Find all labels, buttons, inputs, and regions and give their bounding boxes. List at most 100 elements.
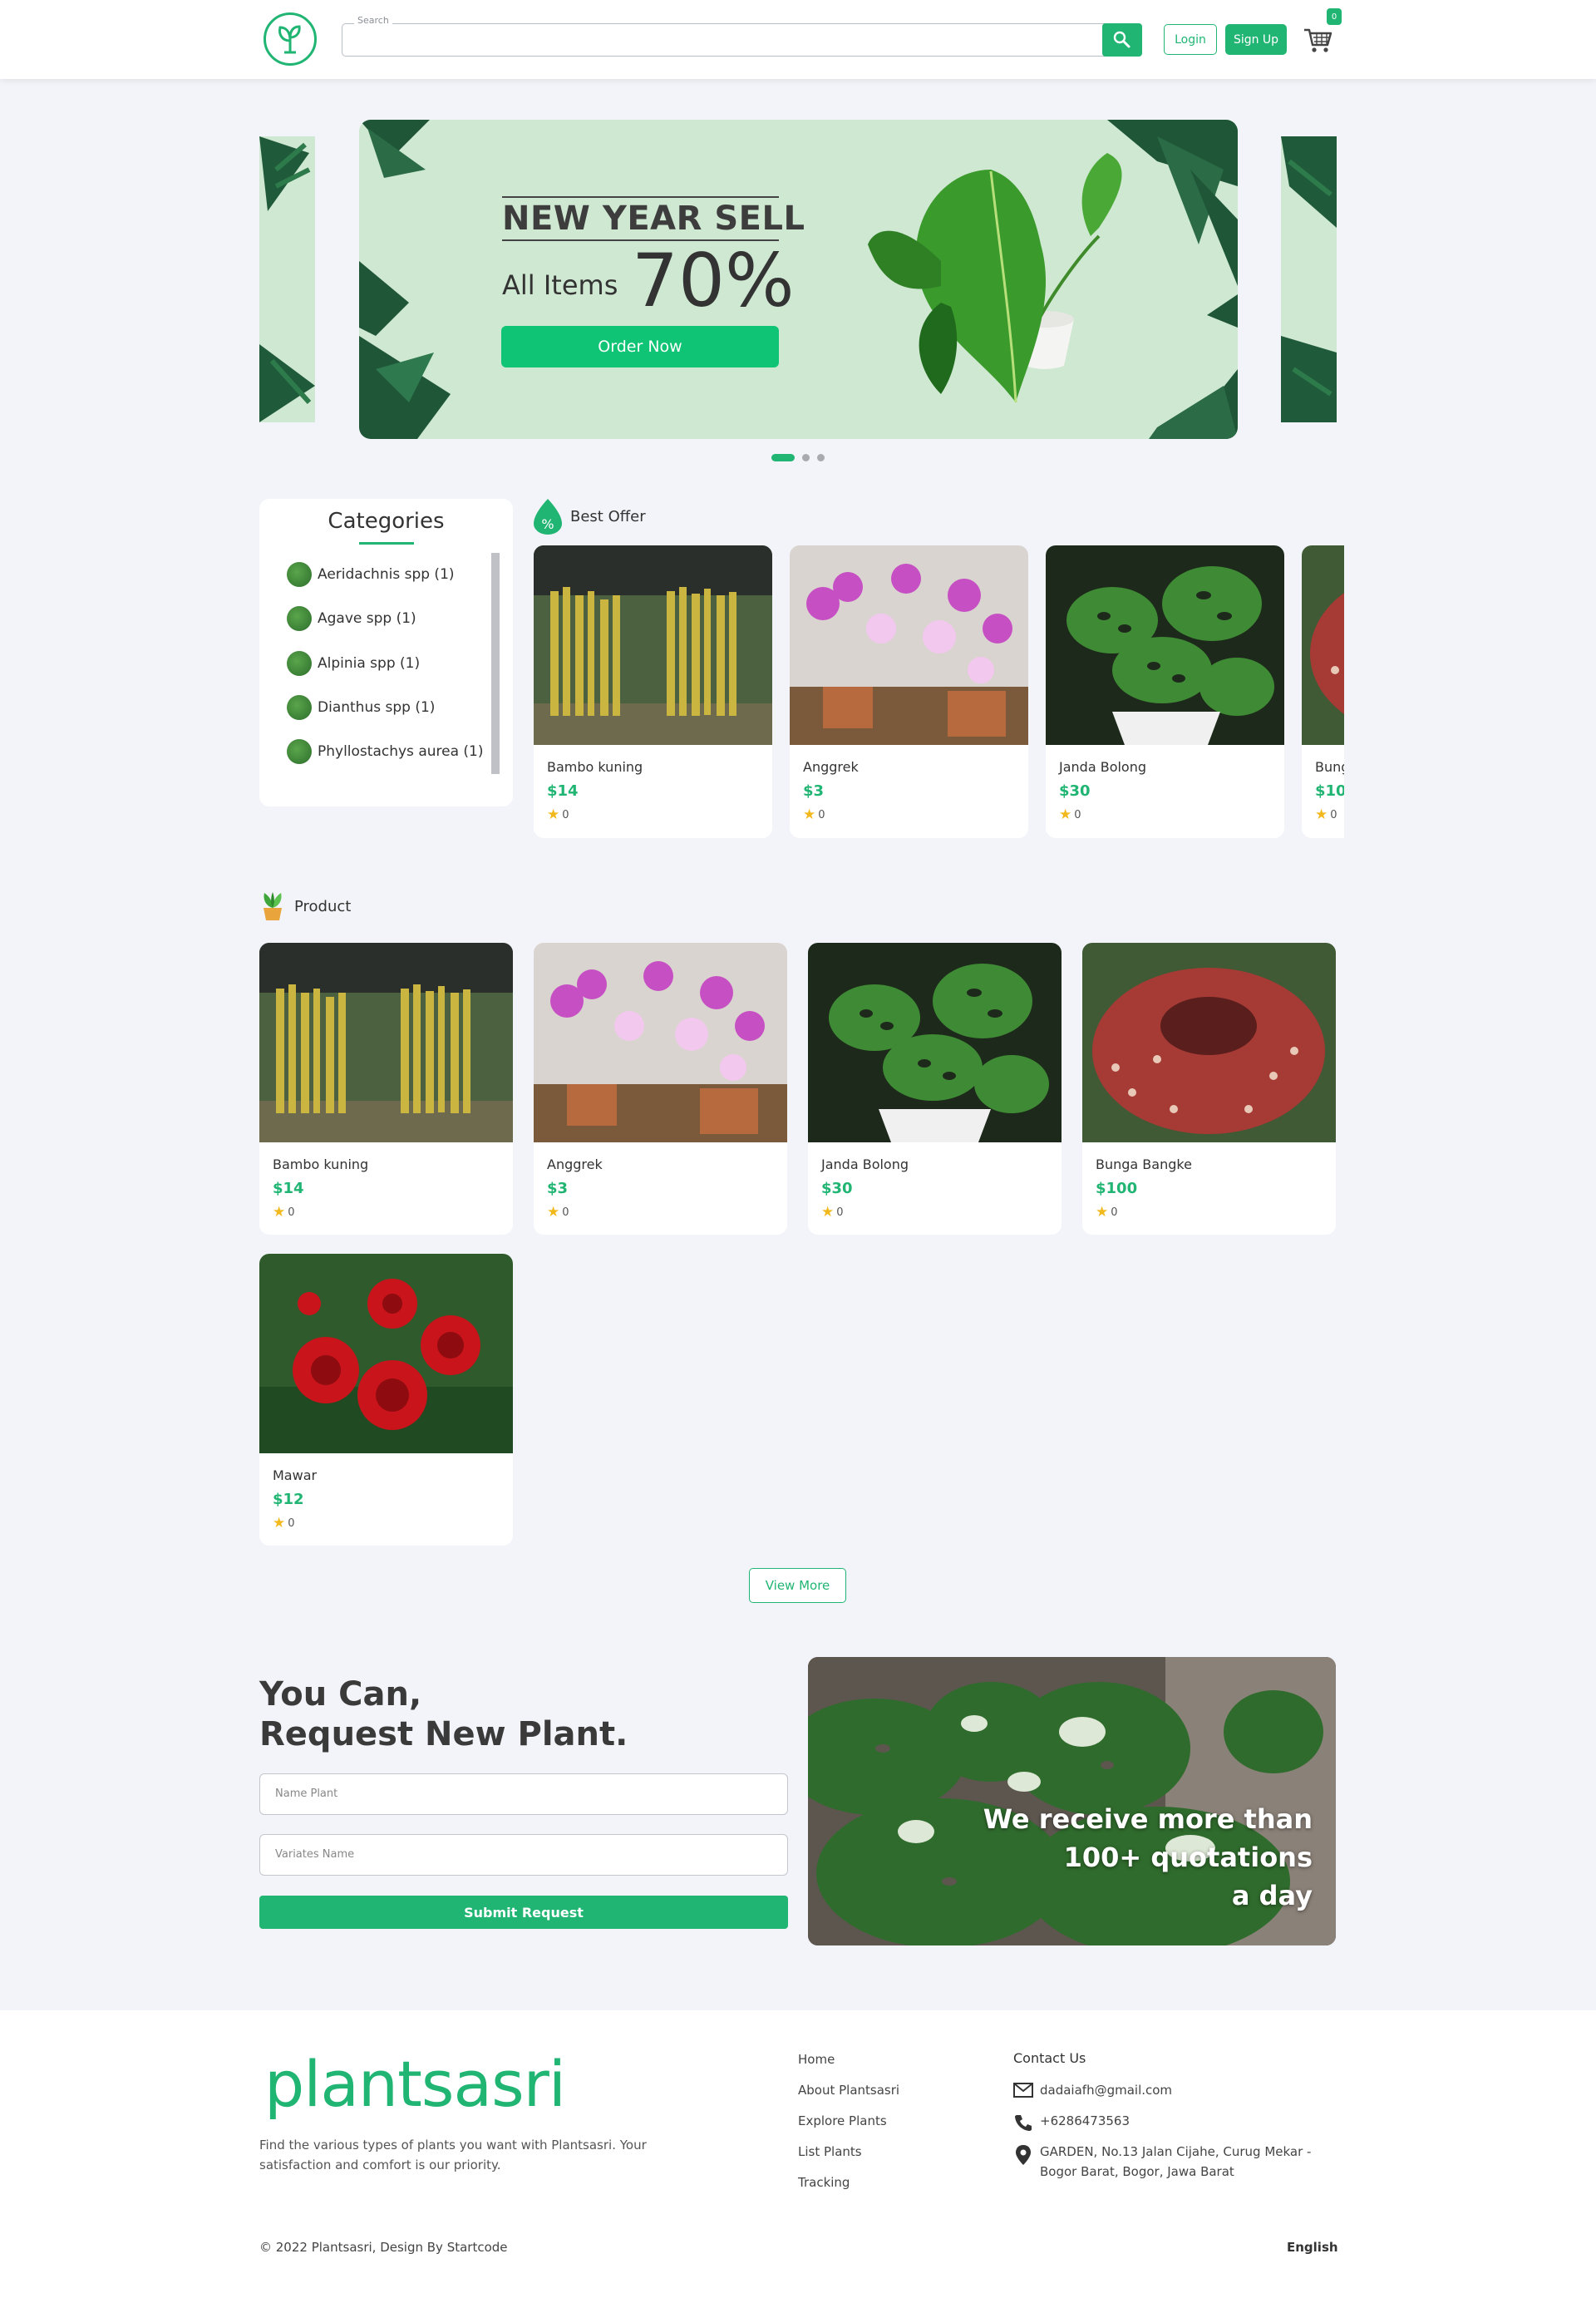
footer-link-about[interactable]: About Plantsasri — [798, 2083, 899, 2098]
best-offer-card[interactable]: Bambo kuning $14 ★ 0 — [534, 545, 772, 838]
mail-icon — [1013, 2083, 1033, 2098]
product-card[interactable]: Mawar $12 ★ 0 — [259, 1254, 513, 1546]
product-rating: ★ 0 — [547, 806, 569, 823]
product-price: $3 — [547, 1180, 569, 1197]
variates-name-input[interactable]: Variates Name — [259, 1834, 788, 1876]
contact-address: GARDEN, No.13 Jalan Cijahe, Curug Mekar … — [1013, 2144, 1323, 2182]
product-image — [534, 545, 772, 745]
leaves-decoration — [359, 120, 1238, 439]
star-icon: ★ — [1059, 806, 1072, 823]
name-plant-placeholder: Name Plant — [275, 1788, 338, 1800]
product-image — [1082, 943, 1336, 1142]
request-caption: We receive more than 100+ quotations a d… — [983, 1800, 1313, 1915]
product-image — [259, 1254, 513, 1453]
request-title-line1: You Can, — [259, 1675, 422, 1714]
product-name: Janda Bolong — [1059, 759, 1147, 775]
best-offer-card[interactable]: Janda Bolong $30 ★ 0 — [1046, 545, 1284, 838]
product-image — [808, 943, 1062, 1142]
order-now-button[interactable]: Order Now — [501, 326, 779, 367]
contact-phone[interactable]: +6286473563 — [1013, 2113, 1130, 2132]
search-icon — [1113, 31, 1130, 48]
name-plant-input[interactable]: Name Plant — [259, 1773, 788, 1815]
discount-leaf-icon: % — [534, 499, 562, 535]
product-rating: ★ 0 — [1059, 806, 1081, 823]
category-item[interactable]: Agave spp (1) — [287, 604, 416, 633]
request-title: You Can, Request New Plant. — [259, 1674, 628, 1754]
copyright: © 2022 Plantsasri, Design By Startcode — [259, 2240, 508, 2255]
product-image — [1046, 545, 1284, 745]
hero-title: NEW YEAR SELL — [502, 196, 805, 241]
star-icon: ★ — [547, 806, 560, 823]
carousel-dot[interactable] — [802, 454, 810, 461]
hero-discount: 70% — [632, 238, 795, 323]
caption-line2: 100+ quotations — [1063, 1842, 1313, 1873]
categories-scrollbar[interactable] — [491, 553, 500, 774]
category-label: Phyllostachys aurea (1) — [318, 743, 484, 760]
best-offer-card[interactable]: Anggrek $3 ★ 0 — [790, 545, 1028, 838]
hero-banner[interactable]: NEW YEAR SELL All Items 70% Order Now — [359, 120, 1238, 439]
category-item[interactable]: Dianthus spp (1) — [287, 693, 435, 722]
product-card[interactable]: Anggrek $3 ★ 0 — [534, 943, 787, 1235]
product-image — [534, 943, 787, 1142]
product-name: Bunga Bangke — [1315, 759, 1344, 775]
rating-value: 0 — [288, 1516, 295, 1530]
product-name: Janda Bolong — [821, 1156, 909, 1172]
category-item[interactable]: Aeridachnis spp (1) — [287, 560, 455, 589]
footer-link-tracking[interactable]: Tracking — [798, 2175, 850, 2190]
rating-value: 0 — [818, 808, 825, 821]
rating-value: 0 — [1330, 808, 1337, 821]
footer-brand-logo[interactable]: plantsasri — [264, 2047, 566, 2121]
rating-value: 0 — [288, 1206, 295, 1219]
previous-slide-peek[interactable] — [259, 136, 315, 422]
footer-link-explore[interactable]: Explore Plants — [798, 2113, 887, 2128]
category-label: Dianthus spp (1) — [318, 699, 436, 716]
category-plant-icon — [287, 651, 312, 676]
star-icon: ★ — [1315, 806, 1328, 823]
contact-title: Contact Us — [1013, 2050, 1086, 2066]
rating-value: 0 — [562, 808, 569, 821]
view-more-button[interactable]: View More — [749, 1568, 846, 1603]
contact-phone-text: +6286473563 — [1040, 2113, 1130, 2128]
product-card[interactable]: Bambo kuning $14 ★ 0 — [259, 943, 513, 1235]
rating-value: 0 — [1111, 1206, 1118, 1219]
search-input[interactable]: Search — [342, 15, 1142, 57]
best-offer-carousel: Bambo kuning $14 ★ 0 Anggrek $3 ★ 0 Janda … — [532, 545, 1344, 841]
scrollbar-thumb[interactable] — [491, 553, 500, 774]
product-card[interactable]: Bunga Bangke $100 ★ 0 — [1082, 943, 1336, 1235]
product-price: $100 — [1315, 782, 1344, 800]
contact-address-text: GARDEN, No.13 Jalan Cijahe, Curug Mekar … — [1040, 2144, 1312, 2179]
cart-icon[interactable] — [1302, 23, 1335, 57]
search-button[interactable] — [1102, 23, 1142, 57]
product-price: $14 — [547, 782, 579, 800]
product-rating: ★ 0 — [821, 1204, 844, 1221]
product-image — [790, 545, 1028, 745]
category-item[interactable]: Phyllostachys aurea (1) — [287, 737, 483, 766]
product-name: Anggrek — [803, 759, 859, 775]
carousel-dot-active[interactable] — [771, 454, 795, 461]
star-icon: ★ — [1096, 1204, 1109, 1221]
login-button[interactable]: Login — [1164, 24, 1217, 55]
logo-plant-icon[interactable] — [264, 12, 317, 66]
footer-link-home[interactable]: Home — [798, 2052, 835, 2067]
best-offer-card[interactable]: Bunga Bangke $100 ★0 — [1302, 545, 1344, 838]
product-card[interactable]: Janda Bolong $30 ★ 0 — [808, 943, 1062, 1235]
category-item[interactable]: Alpinia spp (1) — [287, 649, 420, 678]
star-icon: ★ — [273, 1204, 286, 1221]
next-slide-peek[interactable] — [1281, 136, 1337, 422]
footer-description: Find the various types of plants you wan… — [259, 2138, 647, 2172]
carousel-dot[interactable] — [817, 454, 825, 461]
signup-button[interactable]: Sign Up — [1225, 24, 1287, 55]
contact-email[interactable]: dadaiafh@gmail.com — [1013, 2083, 1172, 2098]
rating-value: 0 — [836, 1206, 844, 1219]
product-price: $100 — [1096, 1180, 1138, 1197]
language-selector[interactable]: English — [1287, 2240, 1338, 2255]
phone-icon — [1015, 2115, 1032, 2131]
category-label: Aeridachnis spp (1) — [318, 566, 455, 583]
category-label: Agave spp (1) — [318, 610, 416, 627]
rating-value: 0 — [562, 1206, 569, 1219]
product-name: Mawar — [273, 1467, 318, 1483]
category-plant-icon — [287, 606, 312, 631]
footer-link-list[interactable]: List Plants — [798, 2144, 862, 2159]
submit-request-button[interactable]: Submit Request — [259, 1896, 788, 1929]
svg-text:%: % — [541, 516, 554, 532]
